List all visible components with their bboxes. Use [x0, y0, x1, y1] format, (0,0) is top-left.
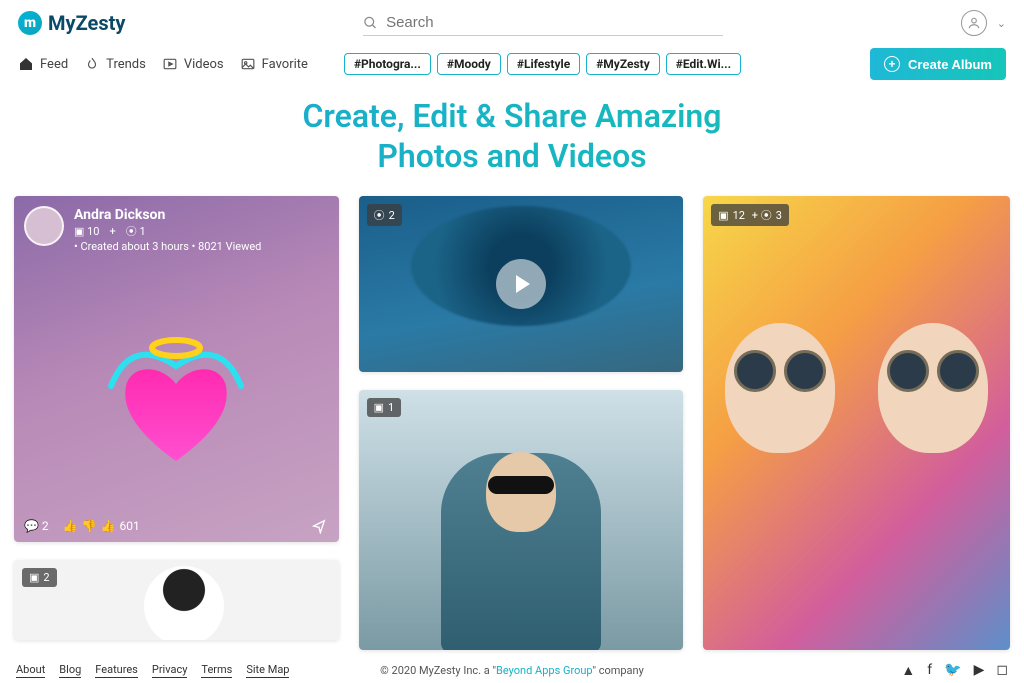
author-avatar[interactable]: [24, 206, 64, 246]
beyond-apps-link[interactable]: Beyond Apps Group: [496, 664, 592, 677]
facebook-icon[interactable]: f: [927, 662, 932, 679]
media-count-badge: ⦿ 2: [367, 204, 402, 226]
chevron-down-icon: ⌄: [997, 17, 1006, 30]
footer-terms[interactable]: Terms: [201, 663, 232, 678]
tag-myzesty[interactable]: #MyZesty: [586, 53, 660, 75]
nav-trends-label: Trends: [106, 57, 146, 72]
hero-line1: Create, Edit & Share Amazing: [0, 96, 1024, 136]
tag-moody[interactable]: #Moody: [437, 53, 501, 75]
featured-post-card[interactable]: Andra Dickson ▣ 10 + ⦿ 1 • Created about…: [14, 196, 339, 542]
nav-feed-label: Feed: [40, 57, 68, 72]
photo-card-man[interactable]: ▣ 1: [359, 390, 684, 650]
footer-copyright: © 2020 MyZesty Inc. a "Beyond Apps Group…: [380, 664, 644, 677]
image-icon: [240, 56, 256, 72]
nav-videos-label: Videos: [184, 57, 224, 72]
plus-circle-icon: +: [884, 56, 900, 72]
photo-card-duo[interactable]: ▣ 12 + ⦿ 3: [703, 196, 1010, 650]
thumbnail-card[interactable]: ▣ 2: [14, 560, 339, 640]
flame-icon: [84, 56, 100, 72]
nav-favorite[interactable]: Favorite: [240, 56, 308, 72]
nav-favorite-label: Favorite: [262, 57, 308, 72]
likes-count: 601: [120, 519, 140, 533]
create-album-button[interactable]: + Create Album: [870, 48, 1006, 80]
thumbs-down-icon[interactable]: 👎: [82, 519, 97, 533]
video-count-badge: ⦿ 1: [126, 225, 146, 240]
hashtag-filter-row: #Photogra... #Moody #Lifestyle #MyZesty …: [344, 53, 741, 75]
author-name: Andra Dickson: [74, 206, 261, 225]
logo-mark-icon: m: [18, 11, 42, 35]
android-icon[interactable]: ▲: [901, 662, 915, 679]
media-count-badge: ▣ 2: [22, 568, 57, 587]
nav-videos[interactable]: Videos: [162, 56, 224, 72]
bw-portrait-thumb: [144, 566, 224, 640]
sunglasses-art: [488, 476, 554, 494]
play-box-icon: [162, 56, 178, 72]
youtube-icon[interactable]: ▶: [974, 662, 985, 679]
hero-line2: Photos and Videos: [0, 136, 1024, 176]
footer-features[interactable]: Features: [95, 663, 138, 678]
tag-editwi[interactable]: #Edit.Wi...: [666, 53, 741, 75]
home-icon: [18, 56, 34, 72]
footer-links: About Blog Features Privacy Terms Site M…: [16, 663, 289, 678]
instagram-icon[interactable]: ◻: [996, 662, 1008, 679]
hand-like-icon[interactable]: 👍: [101, 519, 116, 533]
footer-about[interactable]: About: [16, 663, 45, 678]
photo-count-badge: ▣ 10: [74, 225, 100, 240]
hero-headline: Create, Edit & Share Amazing Photos and …: [0, 92, 1024, 196]
comments-button[interactable]: 💬 2: [24, 519, 49, 533]
post-meta: • Created about 3 hours • 8021 Viewed: [74, 240, 261, 255]
thumbs-up-icon[interactable]: 👍: [63, 519, 78, 533]
account-avatar-icon: [961, 10, 987, 36]
search-icon: [363, 15, 378, 31]
account-menu[interactable]: ⌄: [961, 10, 1006, 36]
video-card[interactable]: ⦿ 2: [359, 196, 684, 372]
create-album-label: Create Album: [908, 57, 992, 72]
footer-blog[interactable]: Blog: [59, 663, 81, 678]
tag-lifestyle[interactable]: #Lifestyle: [507, 53, 580, 75]
search-input[interactable]: [386, 14, 723, 31]
play-button[interactable]: [496, 259, 546, 309]
twitter-icon[interactable]: 🐦: [944, 662, 961, 679]
nav-trends[interactable]: Trends: [84, 56, 146, 72]
share-button[interactable]: [309, 518, 329, 534]
nav-feed[interactable]: Feed: [18, 56, 68, 72]
tag-photography[interactable]: #Photogra...: [344, 53, 431, 75]
footer-sitemap[interactable]: Site Map: [246, 663, 289, 678]
brand-name: MyZesty: [48, 11, 125, 35]
heart-sticker-icon: [91, 326, 261, 476]
search-field[interactable]: [363, 10, 723, 36]
footer-privacy[interactable]: Privacy: [152, 663, 188, 678]
duo-art: [703, 196, 1010, 650]
media-count-badge: ▣ 1: [367, 398, 402, 417]
brand-logo[interactable]: m MyZesty: [18, 11, 125, 35]
